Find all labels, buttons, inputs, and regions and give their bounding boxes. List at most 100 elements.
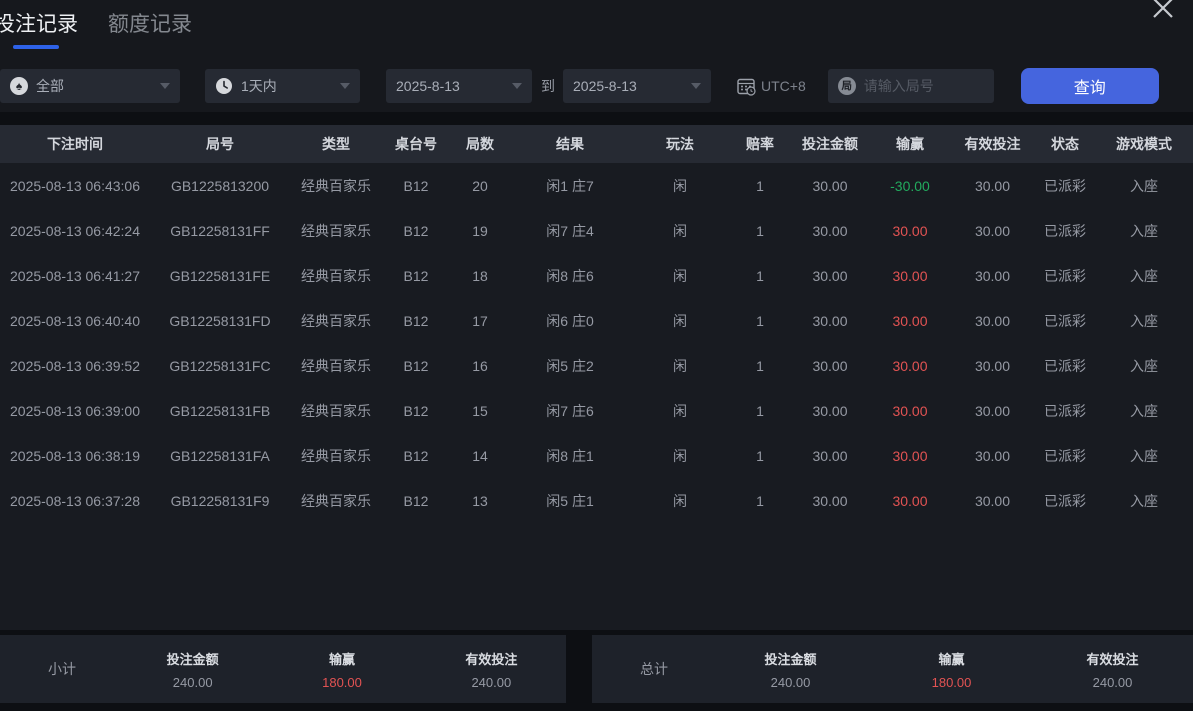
timezone-indicator: UTC+8 bbox=[736, 76, 806, 96]
cell-status: 已派彩 bbox=[1035, 446, 1095, 466]
game-type-dropdown[interactable]: ♠ 全部 bbox=[0, 69, 180, 103]
date-to-dropdown[interactable]: 2025-8-13 bbox=[563, 69, 711, 103]
col-status: 状态 bbox=[1035, 134, 1095, 154]
time-range-value: 1天内 bbox=[241, 76, 277, 96]
cell-result: 闲5 庄2 bbox=[510, 356, 630, 376]
cell-round-no: 15 bbox=[450, 403, 510, 419]
date-from-dropdown[interactable]: 2025-8-13 bbox=[386, 69, 532, 103]
cell-table-no: B12 bbox=[382, 493, 450, 509]
cell-mode: 入座 bbox=[1095, 176, 1193, 196]
cell-mode: 入座 bbox=[1095, 401, 1193, 421]
cell-type: 经典百家乐 bbox=[290, 311, 382, 331]
cell-odds: 1 bbox=[730, 313, 790, 329]
cell-type: 经典百家乐 bbox=[290, 446, 382, 466]
cell-type: 经典百家乐 bbox=[290, 356, 382, 376]
cell-table-no: B12 bbox=[382, 223, 450, 239]
chevron-down-icon bbox=[340, 83, 350, 89]
cell-odds: 1 bbox=[730, 178, 790, 194]
cell-valid-bet: 30.00 bbox=[950, 448, 1035, 464]
tab-bar: 投注记录 额度记录 bbox=[0, 0, 1193, 49]
cell-time: 2025-08-13 06:37:28 bbox=[0, 493, 150, 509]
col-table-no: 桌台号 bbox=[382, 134, 450, 154]
cell-win-loss: 30.00 bbox=[870, 313, 950, 329]
cell-time: 2025-08-13 06:38:19 bbox=[0, 448, 150, 464]
summary-value: 180.00 bbox=[871, 675, 1032, 690]
total-panel: 总计 投注金额240.00输赢180.00有效投注240.00 bbox=[592, 635, 1193, 703]
cell-win-loss: -30.00 bbox=[870, 178, 950, 194]
cell-time: 2025-08-13 06:39:52 bbox=[0, 358, 150, 374]
cell-play: 闲 bbox=[630, 221, 730, 241]
cell-round-id: GB12258131FE bbox=[150, 268, 290, 284]
cell-result: 闲6 庄0 bbox=[510, 311, 630, 331]
summary-group: 投注金额240.00 bbox=[118, 649, 267, 690]
table-row: 2025-08-13 06:40:40GB12258131FD经典百家乐B121… bbox=[0, 298, 1193, 343]
cell-status: 已派彩 bbox=[1035, 266, 1095, 286]
table-header: 下注时间 局号 类型 桌台号 局数 结果 玩法 赔率 投注金额 输赢 有效投注 … bbox=[0, 125, 1193, 163]
table-row: 2025-08-13 06:42:24GB12258131FF经典百家乐B121… bbox=[0, 208, 1193, 253]
tab-bet-records-label: 投注记录 bbox=[0, 13, 78, 36]
summary-group: 输赢 180.00 bbox=[871, 649, 1032, 690]
cell-mode: 入座 bbox=[1095, 221, 1193, 241]
cell-table-no: B12 bbox=[382, 448, 450, 464]
cell-round-id: GB12258131FD bbox=[150, 313, 290, 329]
cell-time: 2025-08-13 06:41:27 bbox=[0, 268, 150, 284]
round-number-field: 局 bbox=[828, 69, 994, 103]
col-odds: 赔率 bbox=[730, 134, 790, 154]
cell-mode: 入座 bbox=[1095, 446, 1193, 466]
cell-mode: 入座 bbox=[1095, 491, 1193, 511]
cell-round-no: 17 bbox=[450, 313, 510, 329]
summary-value: 240.00 bbox=[1032, 675, 1193, 690]
cell-round-id: GB12258131F9 bbox=[150, 493, 290, 509]
cell-valid-bet: 30.00 bbox=[950, 493, 1035, 509]
cell-odds: 1 bbox=[730, 268, 790, 284]
tab-quota-records[interactable]: 额度记录 bbox=[108, 8, 192, 49]
summary-row: 小计 投注金额240.00输赢180.00有效投注240.00 总计 投注金额2… bbox=[0, 635, 1193, 703]
cell-bet: 30.00 bbox=[790, 403, 870, 419]
cell-mode: 入座 bbox=[1095, 356, 1193, 376]
timezone-label: UTC+8 bbox=[761, 78, 806, 94]
spade-icon: ♠ bbox=[10, 77, 28, 95]
cell-status: 已派彩 bbox=[1035, 176, 1095, 196]
cell-win-loss: 30.00 bbox=[870, 403, 950, 419]
cell-status: 已派彩 bbox=[1035, 491, 1095, 511]
round-number-icon: 局 bbox=[838, 77, 856, 95]
time-range-dropdown[interactable]: 1天内 bbox=[205, 69, 360, 103]
cell-round-no: 20 bbox=[450, 178, 510, 194]
cell-status: 已派彩 bbox=[1035, 311, 1095, 331]
chevron-down-icon bbox=[160, 83, 170, 89]
cell-result: 闲8 庄1 bbox=[510, 446, 630, 466]
cell-table-no: B12 bbox=[382, 358, 450, 374]
close-icon[interactable] bbox=[1147, 0, 1179, 24]
table-row: 2025-08-13 06:37:28GB12258131F9经典百家乐B121… bbox=[0, 478, 1193, 523]
cell-result: 闲8 庄6 bbox=[510, 266, 630, 286]
summary-label: 输赢 bbox=[267, 649, 416, 668]
chevron-down-icon bbox=[512, 83, 522, 89]
table-body: 2025-08-13 06:43:06GB1225813200经典百家乐B122… bbox=[0, 163, 1193, 630]
cell-type: 经典百家乐 bbox=[290, 401, 382, 421]
summary-label: 输赢 bbox=[871, 649, 1032, 668]
cell-bet: 30.00 bbox=[790, 493, 870, 509]
query-button[interactable]: 查询 bbox=[1021, 68, 1159, 104]
total-groups: 投注金额240.00输赢 180.00有效投注240.00 bbox=[710, 649, 1193, 690]
table-row: 2025-08-13 06:39:00GB12258131FB经典百家乐B121… bbox=[0, 388, 1193, 433]
cell-odds: 1 bbox=[730, 448, 790, 464]
calendar-clock-icon bbox=[736, 76, 756, 96]
cell-valid-bet: 30.00 bbox=[950, 178, 1035, 194]
cell-win-loss: 30.00 bbox=[870, 268, 950, 284]
summary-group: 投注金额240.00 bbox=[710, 649, 871, 690]
summary-value: 180.00 bbox=[267, 675, 416, 690]
cell-bet: 30.00 bbox=[790, 268, 870, 284]
col-bet-amount: 投注金额 bbox=[790, 134, 870, 154]
subtotal-title: 小计 bbox=[48, 659, 118, 679]
cell-valid-bet: 30.00 bbox=[950, 268, 1035, 284]
cell-round-id: GB1225813200 bbox=[150, 178, 290, 194]
cell-round-id: GB12258131FF bbox=[150, 223, 290, 239]
tab-bet-records[interactable]: 投注记录 bbox=[0, 8, 78, 49]
tab-quota-records-label: 额度记录 bbox=[108, 13, 192, 36]
summary-group: 有效投注240.00 bbox=[1032, 649, 1193, 690]
round-number-input[interactable] bbox=[864, 78, 974, 94]
chevron-down-icon bbox=[691, 83, 701, 89]
col-play: 玩法 bbox=[630, 134, 730, 154]
cell-win-loss: 30.00 bbox=[870, 223, 950, 239]
col-round-id: 局号 bbox=[150, 134, 290, 154]
